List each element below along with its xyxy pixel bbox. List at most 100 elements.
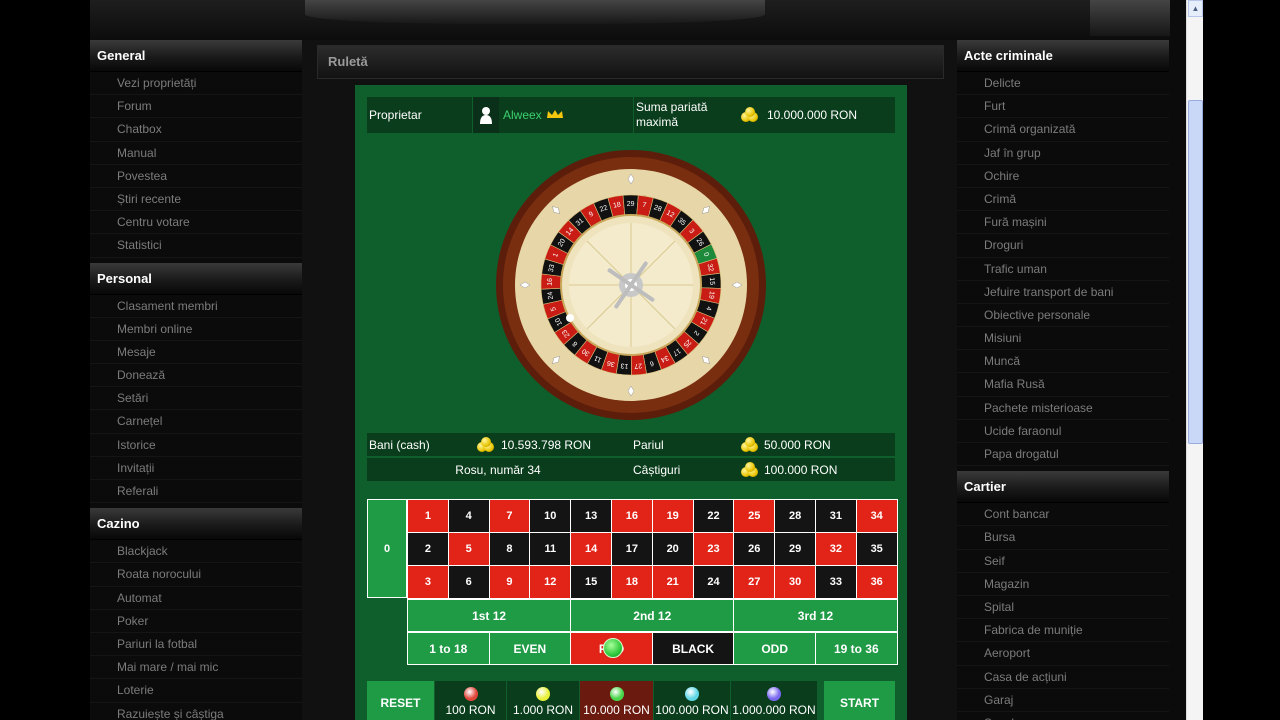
sidebar-link[interactable]: Poker	[90, 610, 302, 633]
owner-name-link[interactable]: Alweex	[503, 108, 542, 122]
number-cell[interactable]: 35	[855, 532, 898, 566]
sidebar-link[interactable]: Garaj	[957, 689, 1169, 712]
number-cell[interactable]: 26	[733, 532, 776, 566]
outside-bet[interactable]: ODD	[733, 632, 816, 665]
sidebar-link[interactable]: Roata norocului	[90, 563, 302, 587]
reset-button[interactable]: RESET	[367, 681, 434, 720]
sidebar-link[interactable]: Papa drogatul	[957, 443, 1169, 467]
sidebar-link[interactable]: Mai mare / mai mic	[90, 656, 302, 680]
number-cell[interactable]: 13	[570, 499, 612, 533]
number-cell[interactable]: 32	[815, 532, 857, 566]
sidebar-link[interactable]: Forum	[90, 95, 302, 119]
number-cell[interactable]: 22	[692, 499, 735, 533]
number-cell[interactable]: 17	[611, 532, 653, 566]
sidebar-link[interactable]: Automat	[90, 587, 302, 610]
sidebar-link[interactable]: Razuiește și câștiga	[90, 703, 302, 720]
dozen-bet[interactable]: 2nd 12	[570, 599, 735, 632]
sidebar-link[interactable]: Magazin	[957, 573, 1169, 596]
number-cell[interactable]: 11	[529, 532, 572, 566]
sidebar-link[interactable]: Jaf în grup	[957, 142, 1169, 165]
number-cell[interactable]: 5	[447, 532, 490, 566]
number-cell[interactable]: 10	[529, 499, 572, 533]
number-cell[interactable]: 6	[447, 565, 490, 599]
sidebar-link[interactable]: Setări	[90, 387, 302, 411]
sidebar-link[interactable]: Jefuire transport de bani	[957, 281, 1169, 304]
number-cell[interactable]: 25	[733, 499, 776, 533]
sidebar-link[interactable]: Pachete misterioase	[957, 397, 1169, 420]
sidebar-link[interactable]: Povestea	[90, 165, 302, 188]
sidebar-link[interactable]: Trafic uman	[957, 258, 1169, 281]
sidebar-link[interactable]: Loterie	[90, 679, 302, 703]
chip-button[interactable]: 10.000 RON	[580, 681, 653, 720]
number-cell[interactable]: 8	[488, 532, 531, 566]
number-cell[interactable]: 16	[611, 499, 653, 533]
sidebar-link[interactable]: Vezi proprietăți	[90, 72, 302, 96]
sidebar-link[interactable]: Invitații	[90, 457, 302, 480]
sidebar-link[interactable]: Aeroport	[957, 642, 1169, 666]
chip-button[interactable]: 1.000 RON	[507, 681, 579, 720]
sidebar-link[interactable]: Casa de acțiuni	[957, 666, 1169, 689]
number-cell[interactable]: 24	[692, 565, 735, 599]
sidebar-link[interactable]: Statistici	[90, 234, 302, 258]
chip-button[interactable]: 1.000.000 RON	[731, 681, 817, 720]
sidebar-link[interactable]: Chatbox	[90, 118, 302, 142]
number-cell[interactable]: 34	[855, 499, 898, 533]
sidebar-link[interactable]: Referali	[90, 480, 302, 504]
sidebar-link[interactable]: Școala	[957, 712, 1169, 720]
number-cell[interactable]: 36	[855, 565, 898, 599]
sidebar-link[interactable]: Spital	[957, 596, 1169, 620]
number-cell[interactable]: 4	[447, 499, 490, 533]
sidebar-link[interactable]: Misiuni	[957, 327, 1169, 351]
chip-button[interactable]: 100.000 RON	[654, 681, 730, 720]
sidebar-link[interactable]: Mesaje	[90, 341, 302, 365]
number-cell[interactable]: 23	[692, 532, 735, 566]
number-cell[interactable]: 3	[407, 565, 449, 599]
number-cell[interactable]: 30	[774, 565, 816, 599]
outside-bet[interactable]: EVEN	[488, 632, 572, 665]
sidebar-link[interactable]: Seif	[957, 550, 1169, 573]
number-cell[interactable]: 2	[407, 532, 449, 566]
number-cell[interactable]: 27	[733, 565, 776, 599]
sidebar-link[interactable]: Donează	[90, 364, 302, 388]
scroll-up-arrow-icon[interactable]: ▲	[1188, 0, 1203, 17]
sidebar-link[interactable]: Mafia Rusă	[957, 373, 1169, 397]
sidebar-link[interactable]: Ochire	[957, 165, 1169, 188]
browser-scrollbar[interactable]: ▲	[1186, 0, 1203, 720]
sidebar-link[interactable]: Pariuri la fotbal	[90, 633, 302, 657]
outside-bet[interactable]: 19 to 36	[815, 632, 898, 665]
outside-bet[interactable]: 1 to 18	[407, 632, 490, 665]
sidebar-link[interactable]: Ucide faraonul	[957, 420, 1169, 443]
scrollbar-thumb[interactable]	[1188, 100, 1203, 444]
sidebar-link[interactable]: Muncă	[957, 350, 1169, 374]
number-cell[interactable]: 31	[815, 499, 857, 533]
sidebar-link[interactable]: Cont bancar	[957, 503, 1169, 527]
start-button[interactable]: START	[824, 681, 895, 720]
sidebar-link[interactable]: Crimă organizată	[957, 118, 1169, 142]
outside-bet[interactable]: BLACK	[651, 632, 735, 665]
sidebar-link[interactable]: Fură mașini	[957, 211, 1169, 235]
sidebar-link[interactable]: Manual	[90, 142, 302, 165]
sidebar-link[interactable]: Membri online	[90, 318, 302, 341]
sidebar-link[interactable]: Obiective personale	[957, 304, 1169, 328]
number-cell[interactable]: 7	[488, 499, 531, 533]
number-cell[interactable]: 29	[774, 532, 816, 566]
number-cell[interactable]: 12	[529, 565, 572, 599]
sidebar-link[interactable]: Istorice	[90, 434, 302, 457]
sidebar-link[interactable]: Crimă	[957, 188, 1169, 212]
number-cell[interactable]: 20	[651, 532, 694, 566]
dozen-bet[interactable]: 3rd 12	[733, 599, 898, 632]
number-cell[interactable]: 33	[815, 565, 857, 599]
sidebar-link[interactable]: Droguri	[957, 234, 1169, 258]
sidebar-link[interactable]: Furt	[957, 95, 1169, 119]
number-cell[interactable]: 14	[570, 532, 612, 566]
number-cell[interactable]: 15	[570, 565, 612, 599]
sidebar-link[interactable]: Carnețel	[90, 410, 302, 434]
sidebar-link[interactable]: Centru votare	[90, 211, 302, 235]
sidebar-link[interactable]: Blackjack	[90, 540, 302, 564]
number-cell[interactable]: 19	[651, 499, 694, 533]
number-cell[interactable]: 21	[651, 565, 694, 599]
number-cell[interactable]: 9	[488, 565, 531, 599]
chip-button[interactable]: 100 RON	[435, 681, 506, 720]
number-zero[interactable]: 0	[367, 499, 407, 598]
number-cell[interactable]: 1	[407, 499, 449, 533]
